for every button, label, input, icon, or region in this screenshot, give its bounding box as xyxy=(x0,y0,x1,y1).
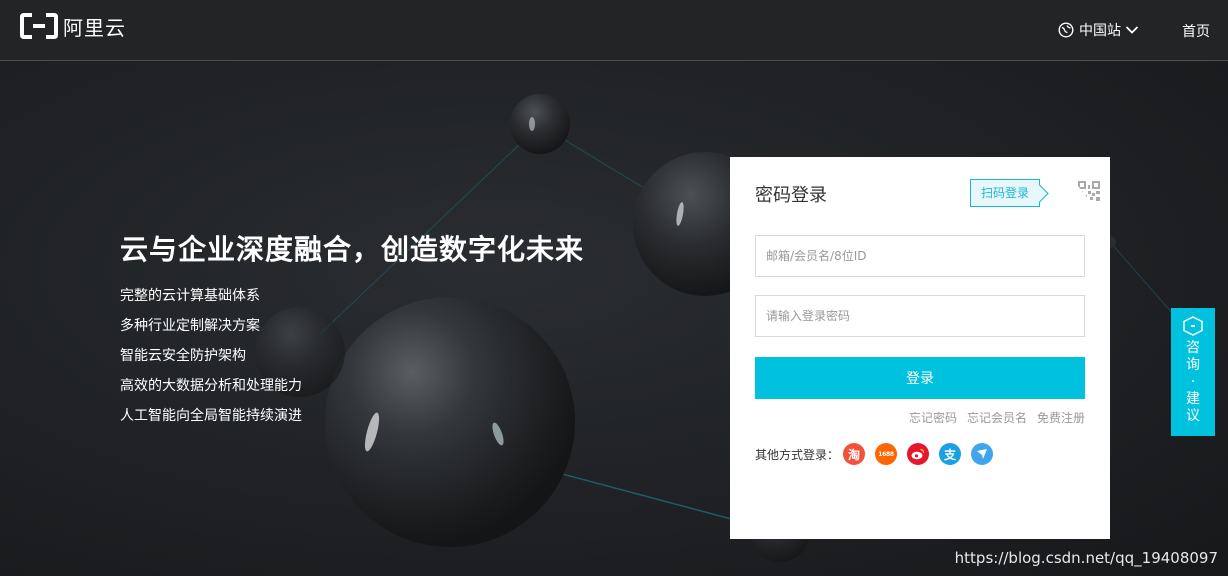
consult-suggestion-tab[interactable]: 咨询·建议 xyxy=(1171,308,1215,436)
source-watermark: https://blog.csdn.net/qq_19408097 xyxy=(954,549,1218,567)
username-input[interactable] xyxy=(755,235,1085,277)
feature-list: 完整的云计算基础体系 多种行业定制解决方案 智能云安全防护架构 高效的大数据分析… xyxy=(120,286,302,436)
feature-item: 多种行业定制解决方案 xyxy=(120,318,260,334)
logo-text: 阿里云 xyxy=(63,15,126,40)
globe-icon xyxy=(1058,22,1074,38)
taobao-icon[interactable]: 淘 xyxy=(843,443,866,465)
forgot-password-link[interactable]: 忘记密码 xyxy=(909,409,957,426)
home-link[interactable]: 首页 xyxy=(1182,21,1210,41)
feature-item: 高效的大数据分析和处理能力 xyxy=(120,378,302,394)
site-switch[interactable]: 中国站 xyxy=(1058,20,1139,40)
feature-item: 完整的云计算基础体系 xyxy=(120,288,260,304)
other-login-label: 其他方式登录： xyxy=(755,447,840,462)
login-title: 密码登录 xyxy=(755,185,827,206)
hero-slogan: 云与企业深度融合，创造数字化未来 xyxy=(120,233,585,266)
register-link[interactable]: 免费注册 xyxy=(1037,409,1085,426)
login-button[interactable]: 登录 xyxy=(755,357,1085,399)
password-input[interactable] xyxy=(755,295,1085,337)
chevron-down-icon xyxy=(1125,26,1139,34)
feature-item: 智能云安全防护架构 xyxy=(120,348,246,364)
forgot-username-link[interactable]: 忘记会员名 xyxy=(967,409,1027,426)
1688-icon[interactable]: 1688 xyxy=(875,443,898,465)
top-header: 阿里云 中国站 首页 xyxy=(0,0,1228,61)
other-login-methods: 其他方式登录： 淘 1688 支 xyxy=(755,442,1003,466)
aliwangwang-icon[interactable] xyxy=(971,443,994,465)
login-card: 密码登录 扫码登录 登录 忘记密码 忘记会员名 免费注册 其他方 xyxy=(730,157,1110,539)
qr-login-tip[interactable]: 扫码登录 xyxy=(970,179,1040,207)
aliyun-logo-icon xyxy=(20,13,58,39)
weibo-icon[interactable] xyxy=(907,443,930,465)
alipay-icon[interactable]: 支 xyxy=(939,443,962,465)
feature-item: 人工智能向全局智能持续演进 xyxy=(120,408,302,424)
qr-code-icon[interactable] xyxy=(1046,157,1110,221)
aliyun-logo[interactable]: 阿里云 xyxy=(20,13,126,40)
chat-hexagon-icon xyxy=(1183,316,1203,336)
account-links: 忘记密码 忘记会员名 免费注册 xyxy=(909,409,1085,426)
consult-label: 咨询·建议 xyxy=(1186,340,1200,424)
site-switch-label: 中国站 xyxy=(1079,23,1121,39)
